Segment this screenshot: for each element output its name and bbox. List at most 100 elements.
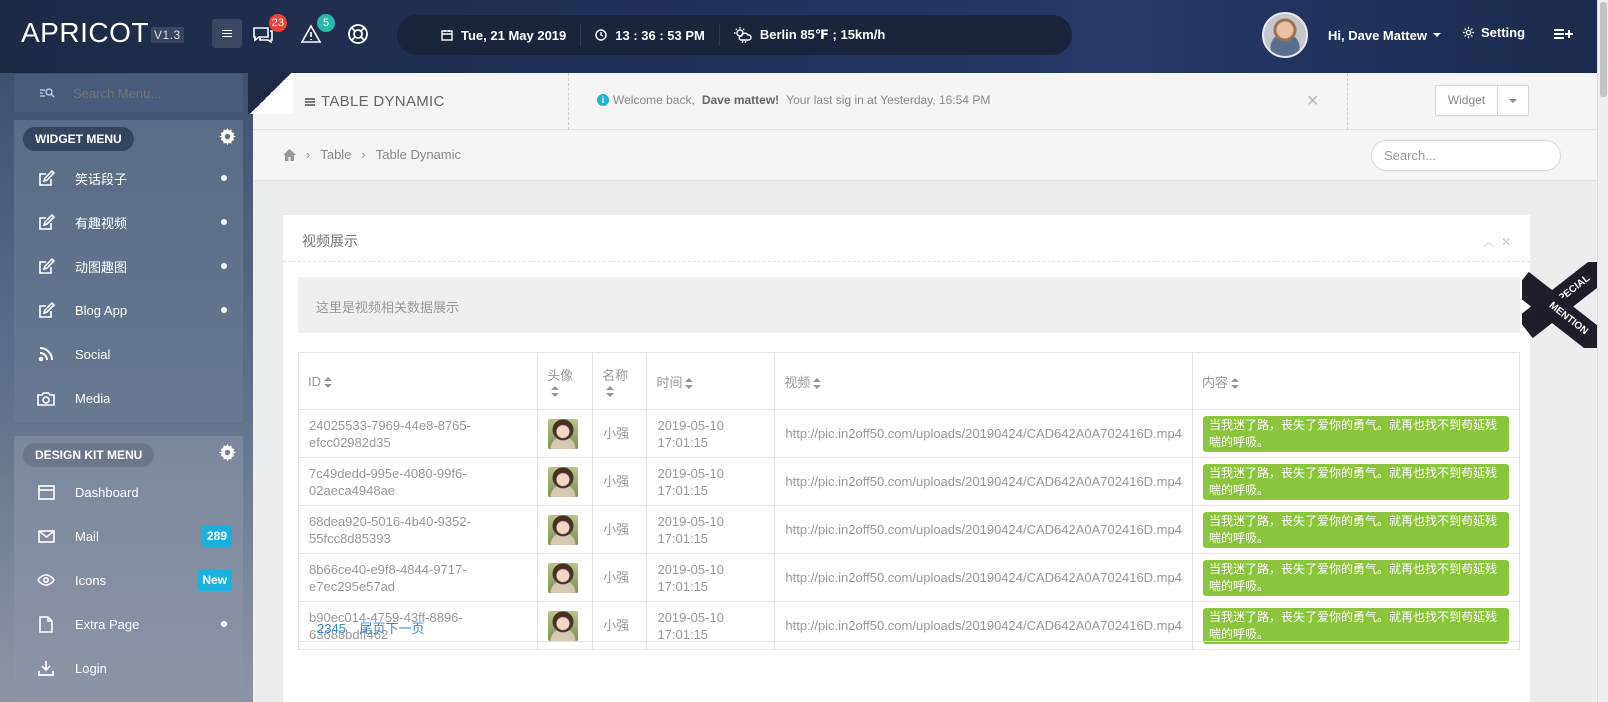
page-scrollbar[interactable]: [1597, 0, 1608, 702]
column-label: ID: [308, 373, 321, 389]
avatar-thumbnail[interactable]: [548, 562, 579, 593]
sidebar-item-dashboard[interactable]: Dashboard: [14, 470, 243, 514]
sidebar-item-blog-app[interactable]: Blog App: [14, 288, 243, 332]
column-header-content[interactable]: 内容: [1192, 352, 1520, 410]
sidebar-item-videos[interactable]: 有趣视频: [14, 200, 243, 244]
page-link[interactable]: 尾页下一页: [360, 621, 425, 636]
avatar-thumbnail[interactable]: [548, 466, 579, 497]
widget-dropdown[interactable]: Widget: [1435, 85, 1529, 116]
sidebar-item-extra-page[interactable]: Extra Page: [14, 602, 243, 646]
help-button[interactable]: [344, 20, 372, 48]
cell-video[interactable]: http://pic.in2off50.com/uploads/20190424…: [774, 505, 1193, 554]
scrollbar-thumb[interactable]: [1600, 2, 1607, 97]
rss-icon: [37, 345, 55, 363]
widget-dropdown-toggle[interactable]: [1498, 86, 1528, 115]
welcome-message: i Welcome back, Dave mattew! Your last s…: [597, 93, 990, 107]
setting-label: Setting: [1481, 25, 1526, 40]
design-kit-panel: DESIGN KIT MENU Dashboard Mail 289 Icons…: [14, 436, 243, 702]
cell-time: 2019-05-10 17:01:15: [646, 553, 776, 602]
avatar-thumbnail[interactable]: [548, 418, 579, 449]
cell-time: 2019-05-10 17:01:15: [646, 505, 776, 554]
status-dot: [221, 263, 227, 269]
cell-video[interactable]: http://pic.in2off50.com/uploads/20190424…: [774, 457, 1193, 506]
status-dot: [221, 307, 227, 313]
status-dot: [221, 219, 227, 225]
close-icon[interactable]: ✕: [1306, 91, 1319, 111]
user-menu[interactable]: Hi, Dave Mattew: [1262, 12, 1441, 58]
column-header-time[interactable]: 时间: [646, 352, 776, 410]
sidebar-search[interactable]: [14, 74, 243, 112]
special-mention-ribbon[interactable]: SPECIAL MENTION: [1522, 262, 1608, 348]
user-greeting[interactable]: Hi, Dave Mattew: [1328, 28, 1427, 43]
brand-logo[interactable]: APRICOT V1.3: [21, 17, 184, 49]
download-icon: [37, 659, 55, 677]
eye-icon: [37, 571, 55, 589]
sidebar-item-social[interactable]: Social: [14, 332, 243, 376]
info-pill: Tue, 21 May 2019 13 : 36 : 53 PM Berlin …: [397, 15, 1072, 55]
cell-video[interactable]: http://pic.in2off50.com/uploads/20190424…: [774, 553, 1193, 602]
notifications-button[interactable]: 23: [249, 14, 287, 48]
sidebar: WIDGET MENU 笑话段子 有趣视频 动图趣图 Blog App Soci…: [0, 73, 253, 702]
cell-content: 当我迷了路，丧失了爱你的勇气。就再也找不到苟延残喘的呼吸。: [1192, 409, 1520, 458]
sidebar-item-mail[interactable]: Mail 289: [14, 514, 243, 558]
camera-icon: [37, 389, 55, 407]
cell-content: 当我迷了路，丧失了爱你的勇气。就再也找不到苟延残喘的呼吸。: [1192, 553, 1520, 602]
welcome-name: Dave mattew!: [701, 93, 780, 107]
column-header-avatar[interactable]: 头像: [537, 352, 594, 410]
column-header-id[interactable]: ID: [297, 352, 539, 410]
weather-display: Berlin 85℉ ; 15km/h: [720, 24, 899, 46]
gear-icon: [219, 444, 236, 461]
column-label: 内容: [1202, 374, 1229, 390]
table-row[interactable]: 68dea920-5016-4b40-9352-55fcc8d85393 小强 …: [297, 505, 1520, 554]
content-tag: 当我迷了路，丧失了爱你的勇气。就再也找不到苟延残喘的呼吸。: [1203, 559, 1509, 596]
sidebar-toggle-button[interactable]: [212, 19, 242, 48]
column-label: 名称: [602, 368, 629, 383]
table-row[interactable]: 24025533-7969-44e8-8765-efcc02982d35 小强 …: [297, 409, 1520, 458]
cell-avatar: [537, 505, 594, 554]
mail-count-badge: 289: [201, 525, 232, 547]
design-kit-settings[interactable]: [219, 444, 236, 464]
column-header-name[interactable]: 名称: [592, 352, 648, 410]
table-row[interactable]: 7c49dedd-995e-4080-99f6-02aeca4948ae 小强 …: [297, 457, 1520, 506]
home-icon[interactable]: [283, 148, 296, 161]
breadcrumb-item[interactable]: Table: [320, 147, 351, 162]
search-input[interactable]: [1371, 140, 1561, 171]
page-link[interactable]: 2345: [317, 621, 346, 636]
widget-button[interactable]: Widget: [1436, 86, 1498, 115]
cell-video[interactable]: http://pic.in2off50.com/uploads/20190424…: [774, 409, 1193, 458]
collapse-icon[interactable]: ︿: [1483, 235, 1501, 249]
avatar-thumbnail[interactable]: [548, 514, 579, 545]
cell-time: 2019-05-10 17:01:15: [646, 457, 776, 506]
widget-menu-settings[interactable]: [219, 128, 236, 148]
weather-icon: [733, 27, 752, 43]
right-panel-toggle[interactable]: [1553, 26, 1575, 45]
column-header-video[interactable]: 视频: [774, 352, 1193, 410]
close-icon[interactable]: ✕: [1501, 235, 1517, 249]
table-row[interactable]: 8b66ce40-e9f8-4844-9717-e7ec295e57ad 小强 …: [297, 553, 1520, 602]
sidebar-item-jokes[interactable]: 笑话段子: [14, 156, 243, 200]
status-dot: [221, 175, 227, 181]
column-label: 视频: [784, 374, 811, 390]
setting-button[interactable]: Setting: [1462, 25, 1525, 40]
sidebar-item-media[interactable]: Media: [14, 376, 243, 420]
sidebar-item-login[interactable]: Login: [14, 646, 243, 690]
clock-icon: [595, 29, 607, 41]
sidebar-item-label: Blog App: [75, 302, 128, 318]
card-tools: ︿✕: [1483, 233, 1517, 250]
time-text: 13 : 36 : 53 PM: [615, 27, 705, 43]
sidebar-search-input[interactable]: [73, 85, 233, 101]
alerts-button[interactable]: 5: [297, 14, 335, 48]
avatar[interactable]: [1262, 12, 1308, 58]
cell-content: 当我迷了路，丧失了爱你的勇气。就再也找不到苟延残喘的呼吸。: [1192, 457, 1520, 506]
sidebar-item-icons[interactable]: Icons New: [14, 558, 243, 602]
main-content: TABLE DYNAMIC i Welcome back, Dave matte…: [248, 73, 1608, 702]
corner-decoration: [248, 73, 293, 114]
sidebar-item-gifs[interactable]: 动图趣图: [14, 244, 243, 288]
page-header: TABLE DYNAMIC i Welcome back, Dave matte…: [248, 73, 1608, 130]
list-icon: [305, 101, 315, 103]
cell-id: 68dea920-5016-4b40-9352-55fcc8d85393: [297, 505, 539, 554]
card-title: 视频展示: [302, 233, 358, 249]
cell-time: 2019-05-10 17:01:15: [646, 409, 776, 458]
sidebar-item-label: Login: [75, 660, 107, 676]
file-icon: [37, 615, 55, 633]
